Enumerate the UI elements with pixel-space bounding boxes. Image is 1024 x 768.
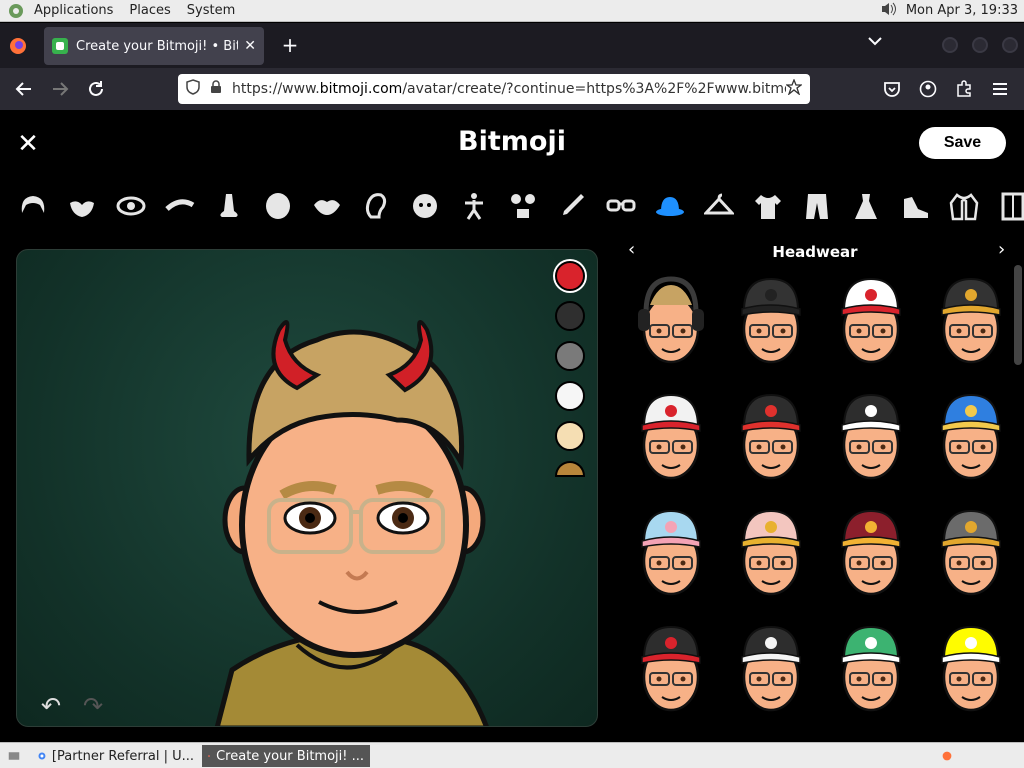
category-facial-hair-icon[interactable] [66, 190, 98, 222]
headwear-option-pink-pineapple-cap[interactable] [728, 503, 814, 609]
volume-icon[interactable] [880, 1, 898, 21]
clock[interactable]: Mon Apr 3, 19:33 [906, 3, 1018, 18]
category-bottoms-icon[interactable] [801, 190, 833, 222]
headwear-grid-panel: ‹ Headwear › [616, 239, 1014, 742]
grid-scrollbar[interactable] [1014, 265, 1022, 365]
browser-tab-strip: Create your Bitmoji! • Bitmoji ✕ + [0, 23, 1024, 68]
chevron-down-icon[interactable] [868, 35, 882, 49]
grid-title: Headwear [772, 243, 858, 261]
category-hanger-icon[interactable] [703, 190, 735, 222]
tab-title: Create your Bitmoji! • Bitmoji [76, 38, 238, 54]
headwear-option-headphones[interactable] [628, 271, 714, 377]
firefox-icon [208, 755, 210, 757]
category-outerwear-icon[interactable] [948, 190, 980, 222]
system-menu[interactable]: System [179, 0, 243, 22]
category-makeup-icon[interactable] [556, 190, 588, 222]
applications-menu[interactable]: Applications [26, 0, 121, 22]
headwear-option-backwards-white-cap[interactable] [628, 387, 714, 493]
taskbar-item-label: Create your Bitmoji! ... [216, 748, 364, 764]
headwear-option-yellow-snapchat-cap[interactable] [928, 619, 1014, 725]
navigation-toolbar: https://www.bitmoji.com/avatar/create/?c… [0, 68, 1024, 110]
category-eyes-icon[interactable] [115, 190, 147, 222]
gnome-logo-icon[interactable] [6, 1, 26, 21]
category-tops-icon[interactable] [752, 190, 784, 222]
grid-header: ‹ Headwear › [616, 239, 1014, 265]
taskbar-item-bitmoji[interactable]: Create your Bitmoji! ... [202, 745, 370, 767]
lock-icon[interactable] [210, 80, 222, 98]
show-desktop-icon[interactable] [2, 745, 26, 767]
bookmark-star-icon[interactable] [785, 78, 803, 99]
headwear-option-black-burger-cap[interactable] [928, 271, 1014, 377]
chrome-icon [38, 752, 46, 760]
color-swatch[interactable] [555, 341, 585, 371]
color-swatch[interactable] [555, 261, 585, 291]
app-title: Bitmoji [458, 126, 566, 157]
address-bar[interactable]: https://www.bitmoji.com/avatar/create/?c… [178, 74, 810, 104]
taskbar-item-partner-referral[interactable]: [Partner Referral | U... [32, 745, 200, 767]
new-tab-button[interactable]: + [278, 31, 302, 59]
maximize-button[interactable] [972, 37, 988, 53]
taskbar-item-label: [Partner Referral | U... [51, 748, 194, 764]
undo-icon[interactable]: ↶ [41, 692, 61, 720]
category-shoes-icon[interactable] [899, 190, 931, 222]
hamburger-menu-icon[interactable] [988, 77, 1012, 101]
pocket-icon[interactable] [880, 77, 904, 101]
color-swatch[interactable] [555, 301, 585, 331]
redo-icon[interactable]: ↷ [83, 692, 103, 720]
url-domain: bitmoji.com [319, 81, 403, 97]
avatar-image [214, 320, 489, 726]
system-taskbar: [Partner Referral | U... Create your Bit… [0, 742, 1024, 768]
url-prefix: https://www. [232, 81, 320, 97]
category-nose-icon[interactable] [213, 190, 245, 222]
category-headwear-icon[interactable] [654, 190, 686, 222]
forward-icon[interactable] [48, 77, 72, 101]
category-eyebrows-icon[interactable] [164, 190, 196, 222]
url-text[interactable]: https://www.bitmoji.com/avatar/create/?c… [232, 81, 786, 97]
account-icon[interactable] [916, 77, 940, 101]
back-icon[interactable] [12, 77, 36, 101]
url-path: /avatar/create/?continue=https%3A%2F%2Fw… [402, 81, 786, 97]
headwear-option-lightblue-icecream-cap[interactable] [628, 503, 714, 609]
extensions-icon[interactable] [952, 77, 976, 101]
headwear-option-green-bitmoji-cap[interactable] [828, 619, 914, 725]
headwear-option-blue-rainbow-cap[interactable] [928, 387, 1014, 493]
close-tab-icon[interactable]: ✕ [244, 38, 256, 54]
headwear-option-black-coffee-cap[interactable] [728, 619, 814, 725]
category-mouth-icon[interactable] [311, 190, 343, 222]
headwear-option-white-red-cap[interactable] [828, 271, 914, 377]
firefox-menu-icon[interactable] [0, 23, 36, 68]
color-swatch[interactable] [555, 421, 585, 451]
category-body-icon[interactable] [458, 190, 490, 222]
category-wardrobe-icon[interactable] [997, 190, 1024, 222]
category-accessories-icon[interactable] [507, 190, 539, 222]
bitmoji-editor: ✕ Bitmoji Save ↶ ↷ ‹ Headwear › [0, 110, 1024, 742]
category-face-shape-icon[interactable] [262, 190, 294, 222]
headwear-option-black-skull-cap[interactable] [828, 387, 914, 493]
headwear-option-gray-burger-cap[interactable] [928, 503, 1014, 609]
headwear-option-black-cherry-cap[interactable] [628, 619, 714, 725]
category-bar [0, 178, 1024, 233]
category-hair-icon[interactable] [17, 190, 49, 222]
tab-bitmoji[interactable]: Create your Bitmoji! • Bitmoji ✕ [44, 27, 264, 65]
reload-icon[interactable] [84, 77, 108, 101]
firefox-launcher-icon[interactable] [936, 745, 958, 767]
category-head-icon[interactable] [409, 190, 441, 222]
system-top-panel: Applications Places System Mon Apr 3, 19… [0, 0, 1024, 22]
next-category-icon[interactable]: › [998, 239, 1005, 260]
headwear-option-maroon-pizza-cap[interactable] [828, 503, 914, 609]
category-ears-icon[interactable] [360, 190, 392, 222]
shield-icon[interactable] [186, 79, 200, 99]
color-swatch[interactable] [555, 381, 585, 411]
bitmoji-favicon-icon [52, 38, 68, 54]
headwear-option-black-100-cap[interactable] [728, 387, 814, 493]
category-dress-icon[interactable] [850, 190, 882, 222]
window-close-button[interactable] [1002, 37, 1018, 53]
category-glasses-icon[interactable] [605, 190, 637, 222]
headwear-option-black-cap[interactable] [728, 271, 814, 377]
avatar-preview: ↶ ↷ [16, 249, 598, 727]
minimize-button[interactable] [942, 37, 958, 53]
save-button[interactable]: Save [919, 127, 1006, 159]
places-menu[interactable]: Places [121, 0, 178, 22]
